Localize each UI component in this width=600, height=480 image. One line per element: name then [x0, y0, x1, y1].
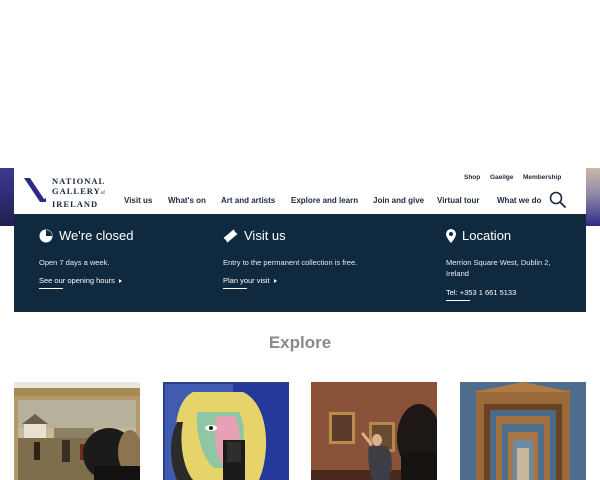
link-underline: [39, 288, 63, 289]
arrow-right-icon: [118, 279, 122, 284]
info-opening-hours: We're closed: [39, 228, 134, 243]
nav-art-and-artists[interactable]: Art and artists: [221, 196, 275, 205]
logo-line-national: NATIONAL: [52, 176, 106, 186]
explore-card-3[interactable]: [311, 382, 437, 480]
logo-line-of: of: [100, 191, 105, 196]
logo-line-ireland: IRELAND: [52, 199, 99, 209]
site-header: NATIONAL GALLERYof IRELAND Shop Gaeilge …: [14, 168, 586, 214]
info-location: Location: [446, 228, 511, 243]
search-icon[interactable]: [549, 191, 566, 208]
hero-image-left-edge: [0, 168, 14, 226]
gallery-doorways-icon: [460, 382, 586, 480]
location-heading: Location: [462, 228, 512, 243]
arrow-right-icon: [273, 279, 277, 284]
logo-wordmark: NATIONAL GALLERYof IRELAND: [52, 176, 105, 209]
plan-visit-link[interactable]: Plan your visit: [223, 276, 277, 289]
info-panel: We're closed Open 7 days a week. See our…: [14, 214, 586, 312]
visit-heading: Visit us: [244, 228, 286, 243]
utility-link-shop[interactable]: Shop: [464, 174, 480, 181]
logo-mark-icon: [24, 178, 46, 202]
address-line-1: Merrion Square West, Dublin 2,: [446, 258, 551, 267]
landscape-painting-icon: [14, 382, 140, 480]
portrait-painting-icon: [163, 382, 289, 480]
nav-whats-on[interactable]: What's on: [168, 196, 206, 205]
hero-image-right-edge: [586, 168, 600, 226]
logo-line-gallery: GALLERY: [52, 186, 101, 196]
location-address: Merrion Square West, Dublin 2, Ireland: [446, 257, 551, 279]
link-underline: [446, 300, 470, 301]
nav-visit-us[interactable]: Visit us: [124, 196, 152, 205]
gallery-visitor-icon: [311, 382, 437, 480]
info-visit-us: Visit us: [223, 228, 286, 243]
explore-card-1[interactable]: [14, 382, 140, 480]
nav-virtual-tour[interactable]: Virtual tour: [437, 196, 480, 205]
address-line-2: Ireland: [446, 269, 469, 278]
site-logo[interactable]: NATIONAL GALLERYof IRELAND: [24, 176, 114, 209]
plan-visit-link-label: Plan your visit: [223, 276, 270, 285]
visit-body: Entry to the permanent collection is fre…: [223, 258, 358, 267]
telephone-number: Tel: +353 1 661 5133: [446, 288, 517, 297]
explore-heading: Explore: [268, 333, 332, 352]
top-blank-area: [0, 0, 600, 168]
closed-heading: We're closed: [59, 228, 134, 243]
clock-icon: [39, 229, 53, 242]
nav-explore-and-learn[interactable]: Explore and learn: [291, 196, 358, 205]
closed-body: Open 7 days a week.: [39, 258, 110, 267]
link-underline: [223, 288, 247, 289]
ticket-icon: [223, 229, 238, 242]
nav-join-and-give[interactable]: Join and give: [373, 196, 424, 205]
utility-link-membership[interactable]: Membership: [523, 174, 561, 181]
opening-hours-link[interactable]: See our opening hours: [39, 276, 122, 289]
map-pin-icon: [446, 228, 456, 243]
opening-hours-link-label: See our opening hours: [39, 276, 115, 285]
nav-what-we-do[interactable]: What we do: [497, 196, 541, 205]
explore-card-2[interactable]: [163, 382, 289, 480]
telephone-link[interactable]: Tel: +353 1 661 5133: [446, 288, 516, 301]
utility-link-gaeilge[interactable]: Gaeilge: [490, 174, 513, 181]
explore-card-4[interactable]: [460, 382, 586, 480]
